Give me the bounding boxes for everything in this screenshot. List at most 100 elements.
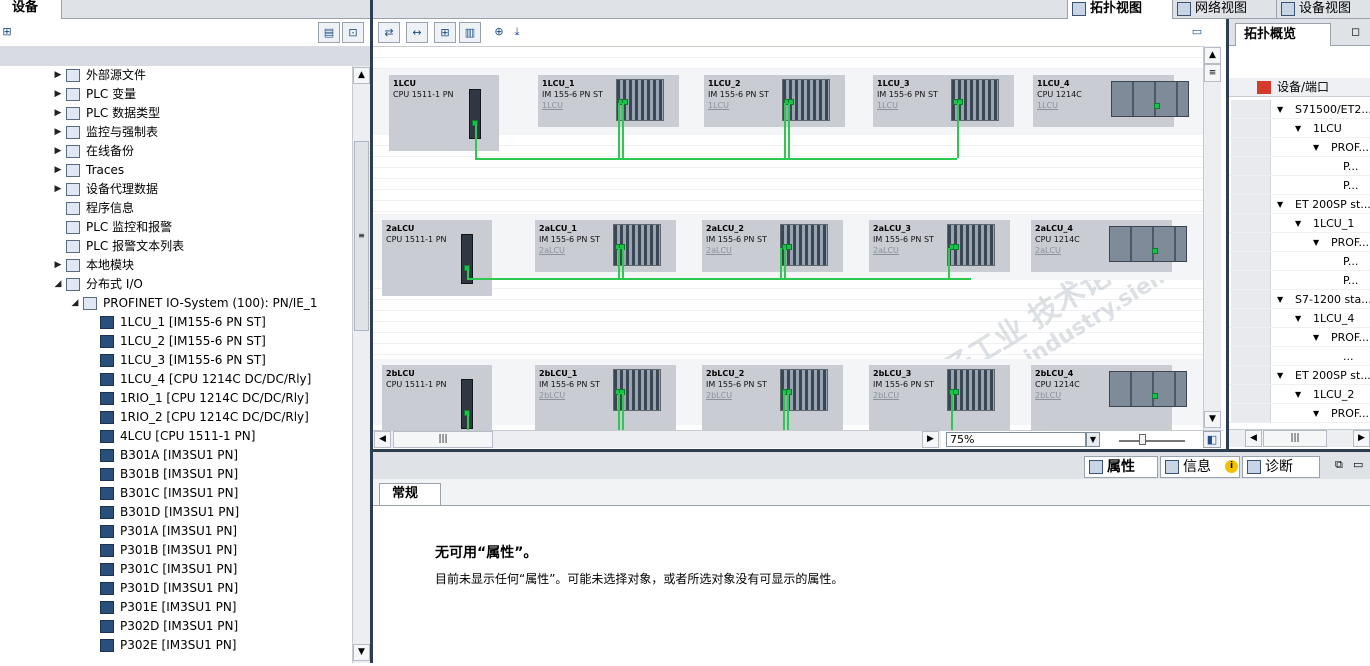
- download-icon[interactable]: ⤓: [506, 22, 528, 43]
- scroll-left-icon[interactable]: ◀: [374, 431, 391, 448]
- profinet-cable[interactable]: [622, 248, 624, 278]
- tree-item[interactable]: B301B [IM3SU1 PN]: [0, 465, 352, 484]
- collapsed-arrow-icon[interactable]: ▶: [52, 256, 64, 275]
- tab-topology-overview[interactable]: 拓扑概览: [1235, 23, 1331, 46]
- zoom-dropdown-icon[interactable]: ▼: [1086, 432, 1100, 447]
- overview-icon[interactable]: ⊡: [342, 22, 364, 43]
- profinet-cable[interactable]: [618, 103, 620, 158]
- project-tree-scrollbar[interactable]: ▲ ≡ ▼: [352, 66, 370, 663]
- profinet-cable[interactable]: [951, 393, 953, 430]
- collapsed-arrow-icon[interactable]: ▶: [52, 180, 64, 199]
- scroll-up-icon[interactable]: ▲: [353, 67, 370, 84]
- profinet-cable[interactable]: [784, 103, 786, 158]
- profinet-cable[interactable]: [948, 248, 950, 278]
- tree-item[interactable]: PLC 报警文本列表: [0, 237, 352, 256]
- tree-item[interactable]: ▶ 本地模块: [0, 256, 352, 275]
- overview-row[interactable]: ▼ 1LCU_2: [1229, 385, 1370, 404]
- tree-item[interactable]: PLC 监控和报警: [0, 218, 352, 237]
- profinet-port-icon[interactable]: [953, 389, 959, 395]
- overview-row[interactable]: ...: [1229, 347, 1370, 366]
- expanded-arrow-icon[interactable]: ▼: [1295, 119, 1301, 137]
- overview-row[interactable]: ▼ PROF...: [1229, 404, 1370, 423]
- show-names-icon[interactable]: ⇄: [378, 22, 400, 43]
- layout-icon[interactable]: ⊞: [434, 22, 456, 43]
- restore-icon[interactable]: ⧉: [1335, 458, 1343, 472]
- fit-width-icon[interactable]: ↔: [406, 22, 428, 43]
- tree-item[interactable]: ▶ PLC 变量: [0, 85, 352, 104]
- overview-row[interactable]: P...: [1229, 157, 1370, 176]
- profinet-port-icon[interactable]: [786, 244, 792, 250]
- overview-row[interactable]: ▼ S7-1200 sta...: [1229, 290, 1370, 309]
- tree-item[interactable]: 1LCU_4 [CPU 1214C DC/DC/Rly]: [0, 370, 352, 389]
- overview-row[interactable]: ▼ 1LCU_1: [1229, 214, 1370, 233]
- tree-item[interactable]: ▶ Traces: [0, 161, 352, 180]
- expanded-arrow-icon[interactable]: ▼: [1313, 404, 1319, 422]
- split-view-icon[interactable]: ▥: [459, 22, 481, 43]
- fit-page-icon[interactable]: ◧: [1203, 431, 1221, 448]
- profinet-cable[interactable]: [780, 248, 782, 278]
- tree-item[interactable]: P302D [IM3SU1 PN]: [0, 617, 352, 636]
- overview-row[interactable]: ▼ PROF...: [1229, 233, 1370, 252]
- expanded-arrow-icon[interactable]: ▼: [1295, 309, 1301, 327]
- tree-item[interactable]: 1LCU_2 [IM155-6 PN ST]: [0, 332, 352, 351]
- expanded-arrow-icon[interactable]: ▼: [1313, 233, 1319, 251]
- profinet-port-icon[interactable]: [1152, 248, 1158, 254]
- collapsed-arrow-icon[interactable]: ▶: [52, 104, 64, 123]
- tree-item[interactable]: P301A [IM3SU1 PN]: [0, 522, 352, 541]
- cpu-station[interactable]: 1LCU CPU 1511-1 PN: [389, 75, 499, 151]
- expanded-arrow-icon[interactable]: ▼: [1277, 100, 1283, 118]
- add-device-icon[interactable]: ⊞: [0, 22, 18, 43]
- tree-item[interactable]: P302E [IM3SU1 PN]: [0, 636, 352, 655]
- scroll-right-icon[interactable]: ▶: [1353, 430, 1370, 447]
- tree-item[interactable]: 1RIO_1 [CPU 1214C DC/DC/Rly]: [0, 389, 352, 408]
- overview-row[interactable]: P...: [1229, 252, 1370, 271]
- expanded-arrow-icon[interactable]: ▼: [1277, 366, 1283, 384]
- overview-row[interactable]: P...: [1229, 271, 1370, 290]
- profinet-cable[interactable]: [467, 278, 971, 280]
- tab-general[interactable]: 常规: [379, 483, 441, 505]
- scroll-down-icon[interactable]: ▼: [353, 644, 370, 661]
- tree-item[interactable]: 1RIO_2 [CPU 1214C DC/DC/Rly]: [0, 408, 352, 427]
- profinet-cable[interactable]: [957, 103, 959, 158]
- overview-row[interactable]: ▼ PROF...: [1229, 138, 1370, 157]
- topology-canvas[interactable]: 西门子工业 技术论坛 support.industry.siemens.com/…: [373, 46, 1203, 430]
- tree-item[interactable]: 1LCU_3 [IM155-6 PN ST]: [0, 351, 352, 370]
- profinet-cable[interactable]: [618, 393, 620, 430]
- tab-topology-view[interactable]: 拓扑视图: [1067, 0, 1172, 19]
- profinet-cable[interactable]: [475, 125, 477, 158]
- tab-properties[interactable]: 属性: [1084, 456, 1158, 478]
- tree-item[interactable]: B301C [IM3SU1 PN]: [0, 484, 352, 503]
- tab-network-view[interactable]: 网络视图: [1172, 0, 1276, 19]
- tree-item[interactable]: P301D [IM3SU1 PN]: [0, 579, 352, 598]
- profinet-cable[interactable]: [475, 158, 957, 160]
- overview-tab-menu-icon[interactable]: ◻: [1351, 25, 1360, 38]
- overview-row[interactable]: ▼ S71500/ET2...: [1229, 100, 1370, 119]
- tree-item[interactable]: ▶ 在线备份: [0, 142, 352, 161]
- profinet-port-icon[interactable]: [1154, 103, 1160, 109]
- tab-diagnostics[interactable]: 诊断: [1242, 456, 1320, 478]
- expanded-arrow-icon[interactable]: ▼: [1313, 138, 1319, 156]
- overview-horizontal-scrollbar[interactable]: ◀ ||| ▶: [1229, 429, 1370, 447]
- expanded-arrow-icon[interactable]: ◢: [69, 294, 81, 313]
- tree-item[interactable]: ▶ 设备代理数据: [0, 180, 352, 199]
- scroll-thumb[interactable]: ≡: [354, 141, 369, 331]
- expanded-arrow-icon[interactable]: ▼: [1295, 385, 1301, 403]
- tree-item[interactable]: ◢ PROFINET IO-System (100): PN/IE_1: [0, 294, 352, 313]
- overview-row[interactable]: ▼ 1LCU_4: [1229, 309, 1370, 328]
- expanded-arrow-icon[interactable]: ◢: [52, 275, 64, 294]
- tree-item[interactable]: P301B [IM3SU1 PN]: [0, 541, 352, 560]
- expanded-arrow-icon[interactable]: ▼: [1295, 214, 1301, 232]
- canvas-horizontal-scrollbar[interactable]: ◀ ||| ▶: [373, 430, 941, 448]
- tree-item[interactable]: ▶ PLC 数据类型: [0, 104, 352, 123]
- collapsed-arrow-icon[interactable]: ▶: [52, 161, 64, 180]
- scroll-down-icon[interactable]: ▼: [1204, 411, 1221, 428]
- scroll-thumb[interactable]: |||: [1263, 430, 1327, 447]
- scroll-right-icon[interactable]: ▶: [922, 431, 939, 448]
- panel-toggle-icon[interactable]: ▭: [1186, 22, 1208, 43]
- expanded-arrow-icon[interactable]: ▼: [1313, 328, 1319, 346]
- profinet-cable[interactable]: [618, 248, 620, 278]
- overview-row[interactable]: ▼ PROF...: [1229, 328, 1370, 347]
- overview-row[interactable]: ▼ ET 200SP st...: [1229, 195, 1370, 214]
- overview-row[interactable]: ▼ 1LCU: [1229, 119, 1370, 138]
- profinet-port-icon[interactable]: [953, 244, 959, 250]
